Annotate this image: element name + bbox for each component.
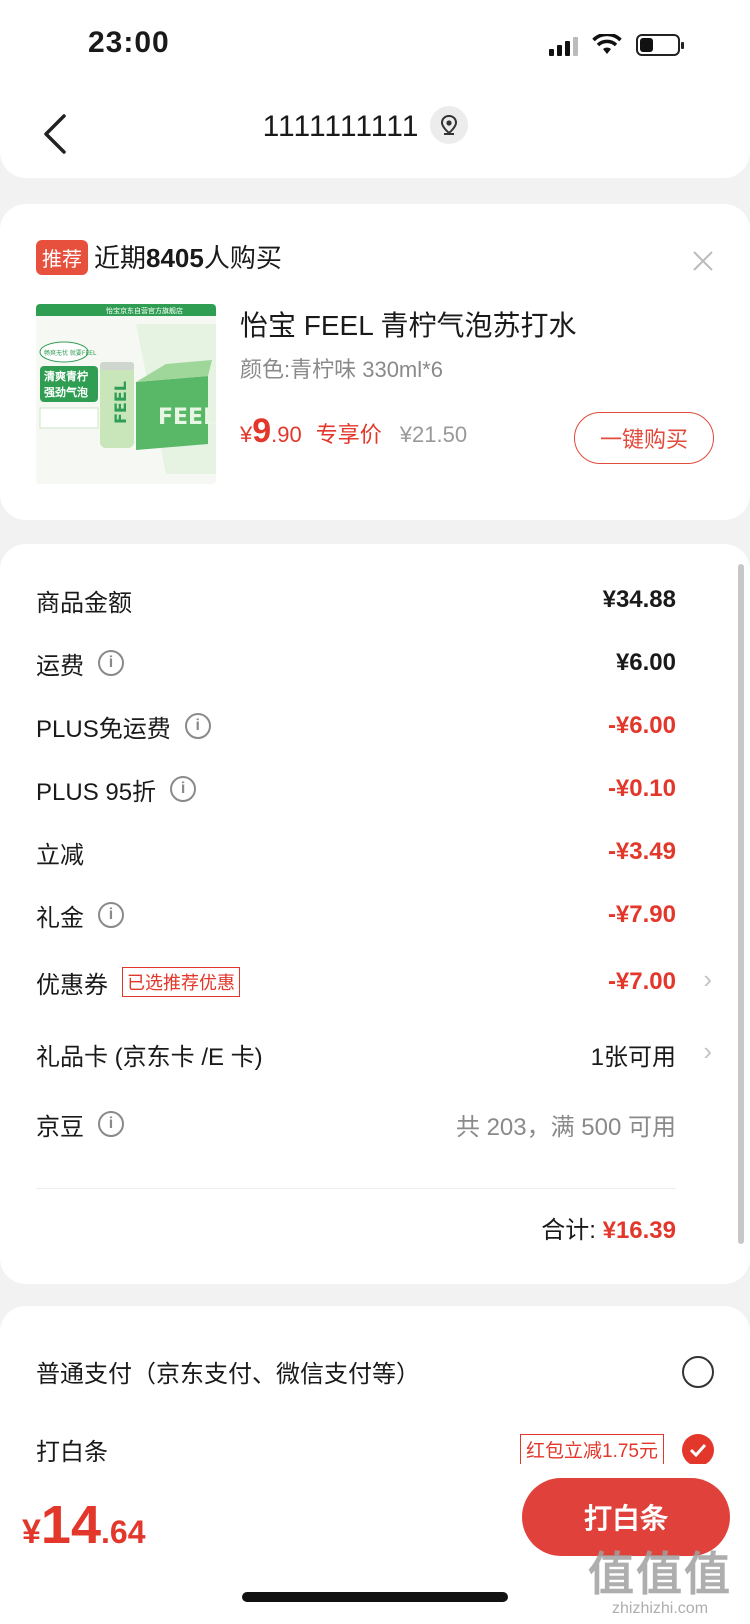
amount-row-jd-beans: 京豆 i 共 203，满 500 可用 [36, 1104, 676, 1144]
amount-row-gift-money: 礼金 i -¥7.90 [36, 901, 676, 932]
total-row: 合计: ¥16.39 [541, 1217, 676, 1244]
amount-row-instant-reduction: 立减 -¥3.49 [36, 838, 676, 869]
image-pack-brand: FEEL [158, 405, 216, 430]
close-icon[interactable] [692, 250, 714, 272]
image-banner-text: 怡宝京东自营官方旗舰店 [106, 306, 183, 315]
home-indicator[interactable] [242, 1592, 508, 1602]
location-icon[interactable] [430, 106, 468, 144]
status-bar: 23:00 [0, 0, 750, 90]
radio-checked[interactable] [682, 1433, 714, 1466]
red-packet-tag: 红包立减1.75元 [520, 1434, 664, 1465]
image-bubble-text: 畅爽无忧 就要FEEL [44, 349, 97, 357]
payment-normal-label: 普通支付（京东支付、微信支付等） [36, 1361, 420, 1388]
recommend-badge: 推荐 [36, 240, 88, 275]
battery-icon [636, 34, 684, 56]
info-icon[interactable]: i [170, 776, 197, 802]
product-spec: 颜色:青柠味 330ml*6 [240, 357, 443, 382]
info-icon[interactable]: i [98, 902, 124, 928]
amount-row-plus-discount: PLUS 95折 i -¥0.10 [36, 775, 676, 806]
chevron-right-icon[interactable]: › [703, 964, 712, 995]
status-icons [549, 34, 684, 56]
signal-icon [549, 34, 578, 56]
status-time: 23:00 [88, 26, 170, 59]
product-title[interactable]: 怡宝 FEEL 青柠气泡苏打水 [240, 304, 577, 344]
check-icon [689, 1443, 707, 1457]
bottom-price: ¥ 14 .64 [22, 1495, 146, 1555]
payment-baitiao-label: 打白条 [36, 1439, 108, 1466]
one-click-buy-button[interactable]: 一键购买 [574, 412, 714, 464]
battery-level [640, 38, 653, 52]
info-icon[interactable]: i [98, 1111, 124, 1137]
recommend-card: 推荐 近期8405人购买 怡宝京东自营官方旗舰店 清爽青柠 强劲气泡 畅爽无忧 … [0, 204, 750, 520]
image-slogan-1: 清爽青柠 [44, 369, 88, 383]
chevron-right-icon[interactable]: › [703, 1036, 712, 1067]
wifi-icon [592, 34, 622, 54]
info-icon[interactable]: i [98, 650, 124, 676]
image-slogan-2: 强劲气泡 [44, 385, 88, 399]
payment-option-baitiao[interactable]: 打白条 红包立减1.75元 [36, 1432, 714, 1467]
price-label: 专享价 [315, 422, 382, 447]
watermark: 值值值 zhizhizhi.com [588, 1548, 732, 1617]
coupon-tag: 已选推荐优惠 [122, 967, 240, 997]
product-image[interactable]: 怡宝京东自营官方旗舰店 清爽青柠 强劲气泡 畅爽无忧 就要FEEL FEEL F… [36, 304, 216, 484]
total-value: ¥16.39 [602, 1217, 676, 1244]
divider [36, 1188, 676, 1189]
image-can-brand: FEEL [111, 381, 130, 424]
amount-row-shipping: 运费 i ¥6.00 [36, 649, 676, 680]
amount-row-plus-free-shipping: PLUS免运费 i -¥6.00 [36, 712, 676, 743]
page-title: 1111111111 [262, 110, 420, 143]
scrollbar[interactable] [738, 564, 744, 1244]
payment-option-normal[interactable]: 普通支付（京东支付、微信支付等） [36, 1354, 714, 1389]
product-price: ¥ 9 .90 专享价 ¥21.50 [240, 412, 468, 450]
info-icon[interactable]: i [184, 713, 211, 739]
amount-row-goods: 商品金额 ¥34.88 [36, 586, 676, 617]
amount-card: 商品金额 ¥34.88 运费 i ¥6.00 PLUS免运费 i -¥6.00 PL… [0, 544, 750, 1284]
recommend-text: 近期8405人购买 [94, 243, 282, 273]
radio-unchecked[interactable] [682, 1355, 714, 1388]
header: 1111111111 [0, 90, 750, 178]
amount-row-gift-card[interactable]: 礼品卡 (京东卡 /E 卡) 1张可用 [36, 1034, 676, 1074]
original-price: ¥21.50 [399, 422, 468, 447]
amount-row-coupon[interactable]: 优惠券 已选推荐优惠 -¥7.00 [36, 962, 676, 1002]
